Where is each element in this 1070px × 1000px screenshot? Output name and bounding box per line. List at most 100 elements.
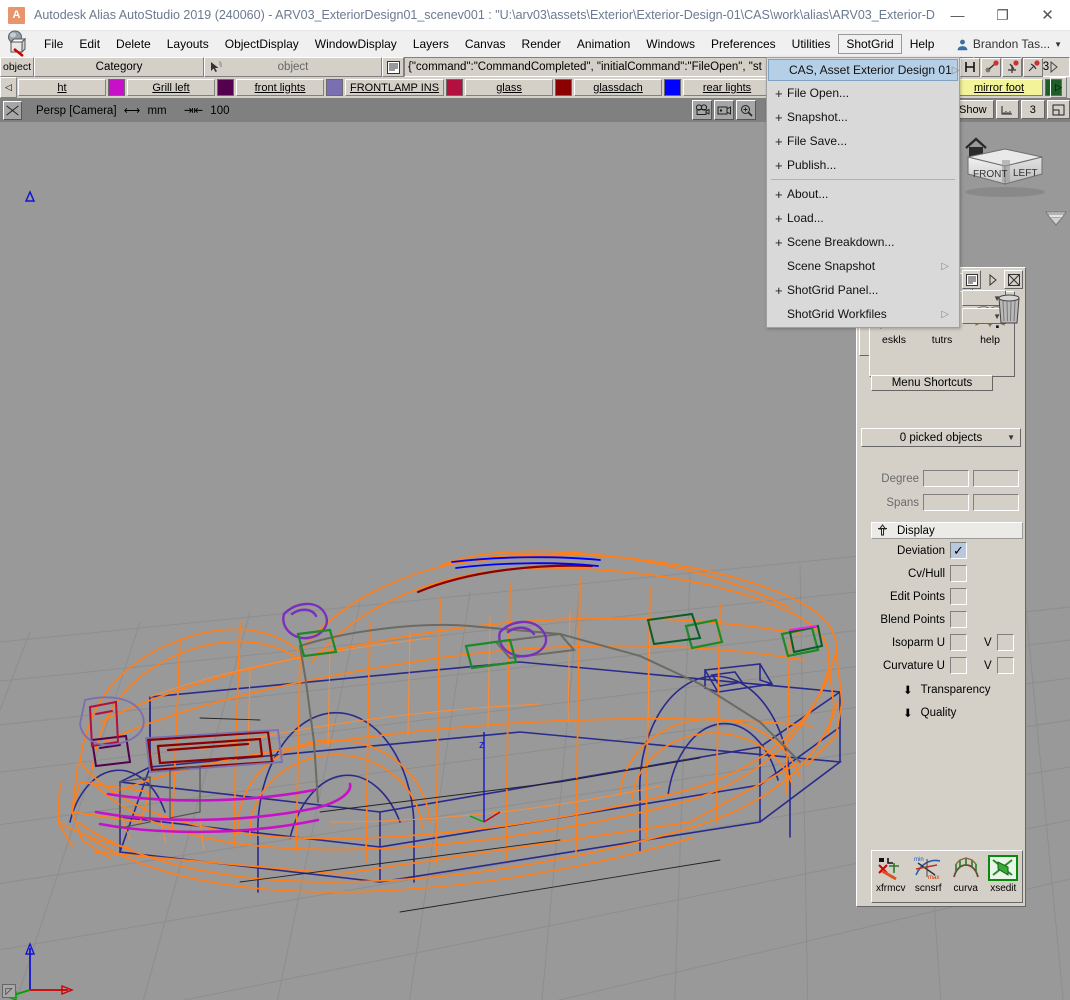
layer-item[interactable]: glass (465, 78, 573, 97)
layer-scroll-right-icon[interactable]: ▷ (1050, 77, 1067, 98)
menu-option-scene-snapshot[interactable]: Scene Snapshot ▷ (767, 254, 959, 278)
menu-option-file-save[interactable]: + File Save... (767, 129, 959, 153)
layer-name-label[interactable]: FRONTLAMP INS (345, 79, 445, 96)
expand-arrow-icon[interactable] (1044, 58, 1064, 77)
layer-item[interactable]: FRONTLAMP INS (345, 78, 464, 97)
layer-color-swatch[interactable] (217, 79, 234, 96)
cvhull-checkbox[interactable] (950, 565, 967, 582)
menu-item-file[interactable]: File (36, 34, 71, 54)
menu-item-windows[interactable]: Windows (638, 34, 703, 54)
layer-item[interactable]: glassdach (574, 78, 682, 97)
menu-option-about[interactable]: + About... (767, 182, 959, 206)
layer-name-label[interactable]: mirror foot (955, 79, 1043, 96)
shelf-item-xsedit[interactable]: xsedit (986, 853, 1020, 902)
layer-item[interactable]: front lights (236, 78, 343, 97)
menu-option-shotgrid-workfiles[interactable]: ShotGrid Workfiles ▷ (767, 302, 959, 326)
menu-item-shotgrid[interactable]: ShotGrid (838, 34, 902, 54)
blendpoints-checkbox[interactable] (950, 611, 967, 628)
menu-item-canvas[interactable]: Canvas (457, 34, 514, 54)
list-icon[interactable] (962, 270, 981, 289)
alias-tool-icon[interactable] (2, 29, 32, 59)
menu-item-windowdisplay[interactable]: WindowDisplay (307, 34, 405, 54)
menu-item-layouts[interactable]: Layouts (159, 34, 217, 54)
layer-name-label[interactable]: Grill left (127, 79, 215, 96)
menu-option-file-open[interactable]: + File Open... (767, 81, 959, 105)
menu-shortcuts-button[interactable]: Menu Shortcuts (871, 375, 993, 391)
layer-color-swatch[interactable] (326, 79, 343, 96)
close-x-icon[interactable] (1004, 270, 1023, 289)
film-camera-icon[interactable] (714, 100, 734, 120)
layer-scroll-left-icon[interactable]: ◁ (0, 77, 17, 98)
category-button[interactable]: Category (34, 57, 204, 77)
layer-item[interactable]: mirror foot (955, 78, 1062, 97)
isoparm-u-checkbox[interactable] (950, 634, 967, 651)
menu-option-load[interactable]: + Load... (767, 206, 959, 230)
layer-name-label[interactable]: glassdach (574, 79, 663, 96)
menu-item-animation[interactable]: Animation (569, 34, 638, 54)
curvature-u-checkbox[interactable] (950, 657, 967, 674)
pin-single-icon[interactable] (981, 57, 1001, 77)
minimize-button[interactable]: — (935, 0, 980, 31)
spans-field-v[interactable] (973, 494, 1019, 511)
layer-name-label[interactable]: ht (18, 79, 106, 96)
menu-item-layers[interactable]: Layers (405, 34, 457, 54)
user-account-menu[interactable]: Brandon Tas... ▼ (956, 37, 1062, 51)
menu-item-delete[interactable]: Delete (108, 34, 159, 54)
menu-option-shotgrid-panel[interactable]: + ShotGrid Panel... (767, 278, 959, 302)
maximize-button[interactable]: ❐ (980, 0, 1025, 31)
menu-item-objectdisplay[interactable]: ObjectDisplay (217, 34, 307, 54)
app-logo-icon: A (8, 6, 25, 24)
corner-icon[interactable] (1046, 100, 1070, 119)
layer-color-swatch[interactable] (555, 79, 573, 96)
menu-item-preferences[interactable]: Preferences (703, 34, 784, 54)
pin-tool-icon[interactable] (1023, 57, 1043, 77)
layer-name-label[interactable]: rear lights (683, 79, 772, 96)
layer-item[interactable]: ht (18, 78, 125, 97)
menu-option-scene-breakdown[interactable]: + Scene Breakdown... (767, 230, 959, 254)
pin-grid-icon[interactable] (1002, 57, 1022, 77)
layer-item[interactable]: Grill left (127, 78, 234, 97)
layer-name-label[interactable]: glass (465, 79, 554, 96)
layer-name-label[interactable]: front lights (236, 79, 324, 96)
menu-item-utilities[interactable]: Utilities (784, 34, 839, 54)
object-selector-field[interactable]: object (204, 57, 382, 77)
curvature-u-label: Curvature U (883, 659, 945, 672)
magnifier-icon[interactable] (736, 100, 756, 120)
layer-color-swatch[interactable] (664, 79, 682, 96)
trash-icon[interactable] (996, 292, 1022, 324)
transparency-collapsible[interactable]: ⬇ Transparency (869, 683, 991, 697)
menu-item-edit[interactable]: Edit (71, 34, 108, 54)
display-section-header[interactable]: Display (871, 522, 1023, 539)
picked-objects-dropdown[interactable]: 0 picked objects ▼ (861, 428, 1021, 447)
viewport-close-icon[interactable] (3, 100, 22, 120)
layer-color-swatch[interactable] (446, 79, 464, 96)
grid-h-icon[interactable] (960, 57, 980, 77)
degree-field-u[interactable] (923, 470, 969, 487)
close-button[interactable]: ✕ (1025, 0, 1070, 31)
degree-field-v[interactable] (973, 470, 1019, 487)
play-icon[interactable] (983, 270, 1002, 289)
ruler-icon[interactable] (995, 100, 1020, 119)
menu-item-render[interactable]: Render (514, 34, 569, 54)
view-count-field[interactable]: 3 (1021, 100, 1045, 119)
layer-color-swatch[interactable] (108, 79, 125, 96)
shelf-item-xfrmcv[interactable]: xfrmcv (874, 853, 908, 902)
object-mode-label[interactable]: object (0, 57, 34, 77)
prompt-history-icon[interactable] (382, 57, 404, 77)
camera-icon[interactable] (692, 100, 712, 120)
menu-option-publish[interactable]: + Publish... (767, 153, 959, 177)
view-cube-widget[interactable]: FRONT LEFT (952, 122, 1070, 287)
isoparm-v-checkbox[interactable] (996, 634, 1014, 651)
menu-item-help[interactable]: Help (902, 34, 943, 54)
menu-option-snapshot[interactable]: + Snapshot... (767, 105, 959, 129)
deviation-checkbox[interactable]: ✓ (950, 542, 967, 559)
shelf-item-scnsrf[interactable]: min max scnsrf (911, 853, 945, 902)
viewport-resize-corner[interactable]: ◸ (2, 984, 16, 998)
spans-field-u[interactable] (923, 494, 969, 511)
editpoints-checkbox[interactable] (950, 588, 967, 605)
curvature-v-checkbox[interactable] (996, 657, 1014, 674)
shelf-item-curva[interactable]: curva (949, 853, 983, 902)
quality-collapsible[interactable]: ⬇ Quality (869, 706, 956, 720)
shelf-label: xsedit (990, 883, 1017, 894)
menu-option-cas-asset[interactable]: CAS, Asset Exterior Design 01 ▷ (768, 59, 959, 81)
